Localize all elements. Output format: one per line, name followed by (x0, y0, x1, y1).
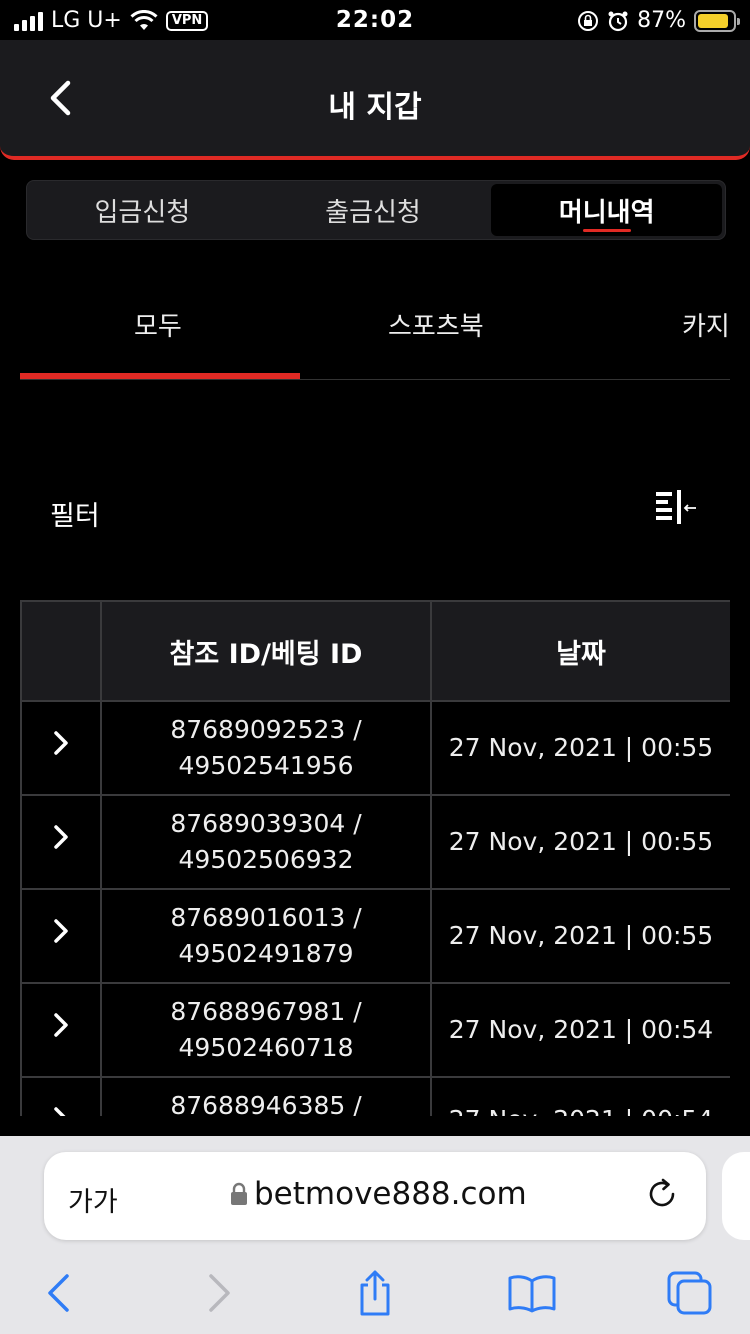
money-history-table: 참조 ID/베팅 ID 날짜 87689092523 / 49502541956 … (20, 600, 730, 1116)
chevron-right-icon (209, 1274, 230, 1312)
ref-bet-id-cell: 87689016013 / 49502491879 (100, 888, 432, 984)
ref-bet-id-cell: 87689092523 / 49502541956 (100, 700, 432, 796)
row-expand-button[interactable] (20, 700, 102, 796)
wallet-segmented-tabs: 입금신청 출금신청 머니내역 (26, 180, 726, 240)
ref-id: 87689016013 / (170, 903, 362, 932)
chevron-right-icon (54, 1013, 68, 1037)
filter-toggle-button[interactable] (652, 488, 704, 532)
header-date: 날짜 (430, 600, 730, 702)
ref-bet-id-cell: 87688946385 / (100, 1076, 432, 1116)
active-tab-underline (582, 229, 631, 232)
tab-deposit-request[interactable]: 입금신청 (27, 181, 258, 239)
row-expand-button[interactable] (20, 794, 102, 890)
reload-icon (649, 1178, 675, 1207)
header-expand (20, 600, 102, 702)
chevron-left-icon (48, 1274, 69, 1312)
url-text: betmove888.com (254, 1176, 527, 1212)
chevron-right-icon (54, 919, 68, 943)
browser-toolbar (0, 1264, 750, 1324)
bet-id: 49502541956 (178, 751, 354, 780)
ref-id: 87689039304 / (170, 809, 362, 838)
address-bar[interactable]: 가가 betmove888.com (44, 1152, 706, 1240)
lock-icon (231, 1182, 247, 1205)
reload-button[interactable] (644, 1176, 680, 1212)
ref-id: 87689092523 / (170, 715, 362, 744)
ref-bet-id-cell: 87688967981 / 49502460718 (100, 982, 432, 1078)
row-expand-button[interactable] (20, 982, 102, 1078)
ref-id: 87688946385 / (170, 1091, 362, 1116)
chevron-right-icon (54, 1107, 66, 1116)
status-bar: LG U+ VPN 22:02 87% (0, 0, 750, 40)
tab-label: 머니내역 (558, 197, 655, 228)
active-subtab-indicator (20, 373, 300, 379)
date-cell: 27 Nov, 2021 | 00:55 (430, 794, 730, 890)
tabs-icon (667, 1271, 712, 1315)
tabs-button[interactable] (662, 1268, 718, 1318)
date-cell: 27 Nov, 2021 | 00:54 (430, 982, 730, 1078)
filter-label: 필터 (50, 501, 100, 532)
chevron-right-icon (54, 731, 68, 755)
url-display[interactable]: betmove888.com (230, 1176, 527, 1212)
battery-percent: 87% (637, 8, 686, 33)
ref-bet-id-cell: 87689039304 / 49502506932 (100, 794, 432, 890)
orientation-lock-icon (578, 10, 599, 31)
tab-label: 출금신청 (325, 197, 421, 228)
chevron-right-icon (54, 825, 68, 849)
bet-id: 49502506932 (178, 845, 354, 874)
filter-collapse-icon (656, 490, 696, 524)
subtab-all[interactable]: 모두 (134, 306, 182, 343)
page-title: 내 지갑 (328, 90, 422, 125)
alarm-icon (608, 11, 628, 31)
date-cell: 27 Nov, 2021 | 00:55 (430, 888, 730, 984)
row-expand-button[interactable] (20, 888, 102, 984)
table-row[interactable]: 87689016013 / 49502491879 27 Nov, 2021 | … (20, 888, 730, 984)
date-cell: 27 Nov, 2021 | 00:54 (430, 1076, 730, 1116)
tab-money-history[interactable]: 머니내역 (491, 184, 723, 236)
browser-bottom-bar: 가가 betmove888.com (0, 1136, 750, 1334)
battery-icon (694, 9, 740, 32)
browser-forward-button[interactable] (192, 1268, 248, 1318)
app-header: 내 지갑 (0, 40, 750, 160)
tab-label: 입금신청 (94, 197, 191, 228)
book-icon (508, 1275, 556, 1313)
text-size-button[interactable]: 가가 (68, 1180, 118, 1219)
ref-id: 87688967981 / (170, 997, 362, 1026)
share-button[interactable] (347, 1268, 403, 1318)
tab-withdraw-request[interactable]: 출금신청 (258, 181, 489, 239)
date-cell: 27 Nov, 2021 | 00:55 (430, 700, 730, 796)
subtab-sportsbook[interactable]: 스포츠북 (388, 306, 484, 343)
table-row[interactable]: 87689092523 / 49502541956 27 Nov, 2021 | … (20, 700, 730, 796)
subtab-casino[interactable]: 카지 (682, 306, 730, 343)
bookmarks-button[interactable] (504, 1268, 560, 1318)
table-row[interactable]: 87688946385 / 27 Nov, 2021 | 00:54 (20, 1076, 730, 1116)
history-subtabs: 모두 스포츠북 카지 (20, 290, 730, 380)
table-row[interactable]: 87688967981 / 49502460718 27 Nov, 2021 | … (20, 982, 730, 1078)
table-row[interactable]: 87689039304 / 49502506932 27 Nov, 2021 | … (20, 794, 730, 890)
row-expand-button[interactable] (20, 1076, 102, 1116)
browser-back-button[interactable] (30, 1268, 86, 1318)
bet-id: 49502460718 (178, 1033, 354, 1062)
header-ref-bet-id: 참조 ID/베팅 ID (100, 600, 432, 702)
bet-id: 49502491879 (178, 939, 354, 968)
next-tab-peek[interactable] (722, 1152, 750, 1240)
table-header-row: 참조 ID/베팅 ID 날짜 (20, 600, 730, 702)
share-icon (360, 1270, 390, 1316)
